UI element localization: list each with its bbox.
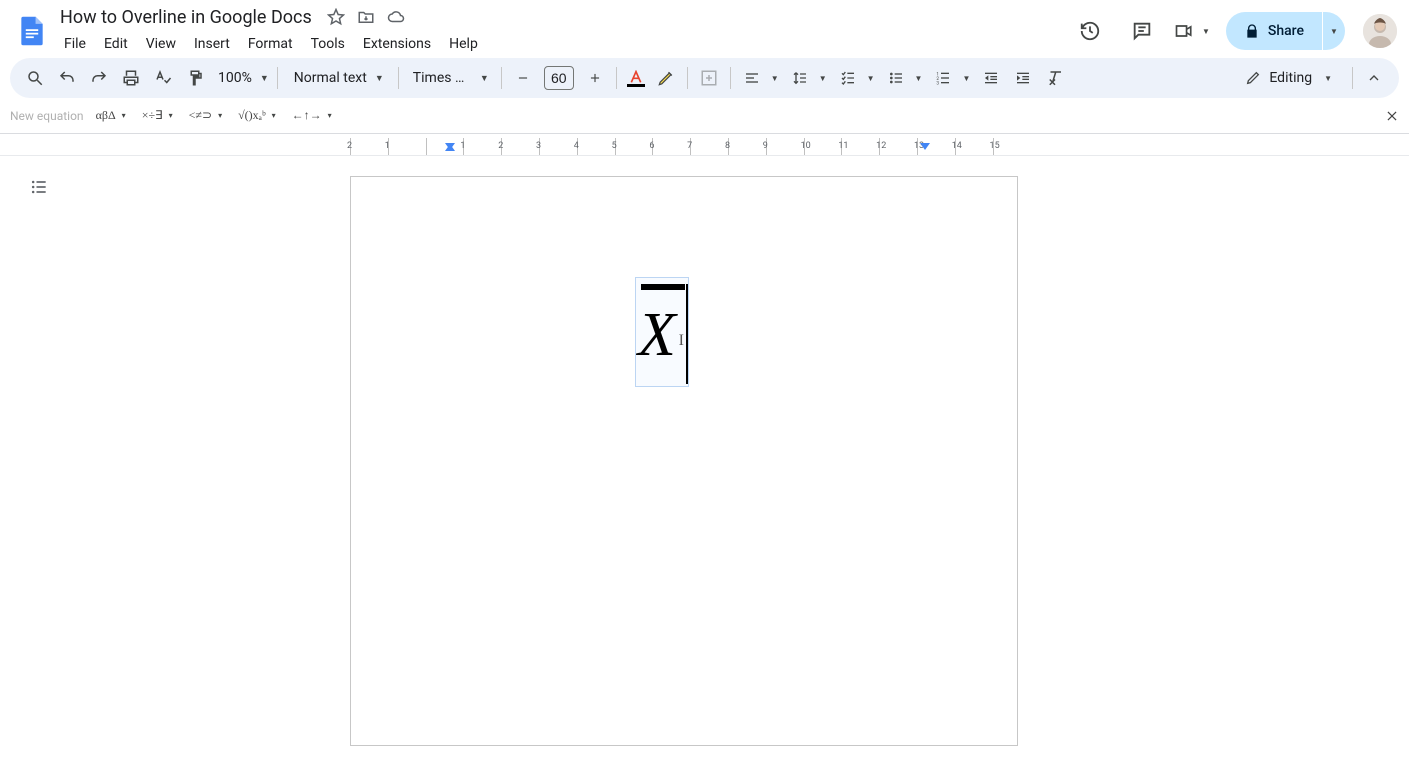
menu-format[interactable]: Format [240, 32, 301, 56]
equation-content: X [638, 300, 676, 371]
star-icon[interactable] [326, 7, 346, 27]
checklist-button[interactable]: ▼ [833, 63, 879, 93]
first-line-indent-marker[interactable] [445, 144, 455, 151]
menu-insert[interactable]: Insert [186, 32, 238, 56]
line-spacing-button[interactable]: ▼ [785, 63, 831, 93]
share-button-group: Share ▼ [1226, 12, 1345, 50]
menu-bar: File Edit View Insert Format Tools Exten… [56, 31, 486, 57]
equation-box[interactable]: X I [635, 277, 689, 387]
paragraph-style-select[interactable]: Normal text ▼ [284, 70, 392, 86]
separator [501, 67, 502, 89]
chevron-down-icon: ▼ [1326, 27, 1342, 36]
separator [730, 67, 731, 89]
chevron-down-icon: ▾ [324, 111, 336, 120]
decrease-font-size-button[interactable] [508, 63, 538, 93]
separator [398, 67, 399, 89]
lock-icon [1244, 23, 1260, 39]
eq-greek-button[interactable]: αβΔ▾ [96, 108, 130, 123]
chevron-down-icon: ▼ [911, 74, 927, 83]
bulleted-list-button[interactable]: ▼ [881, 63, 927, 93]
docs-logo-icon[interactable] [12, 11, 52, 51]
text-color-button[interactable] [623, 65, 649, 91]
account-avatar[interactable] [1363, 14, 1397, 48]
horizontal-ruler[interactable]: 2 1 1 2 3 4 5 6 7 8 9 10 11 12 13 14 15 [0, 138, 1409, 156]
main-toolbar: 100%▼ Normal text▼ Times …▼ ▼ ▼ ▼ ▼ 123▼… [10, 58, 1399, 98]
chevron-down-icon: ▾ [214, 111, 226, 120]
chevron-down-icon: ▼ [815, 74, 831, 83]
menu-help[interactable]: Help [441, 32, 486, 56]
menu-edit[interactable]: Edit [96, 32, 136, 56]
svg-text:3: 3 [937, 81, 940, 86]
spellcheck-button[interactable] [148, 63, 178, 93]
print-button[interactable] [116, 63, 146, 93]
overline-bar [641, 284, 685, 290]
menu-view[interactable]: View [138, 32, 184, 56]
increase-indent-button[interactable] [1008, 63, 1038, 93]
chevron-down-icon: ▼ [1320, 74, 1336, 83]
zoom-value: 100% [214, 70, 256, 86]
separator [616, 67, 617, 89]
chevron-down-icon: ▼ [375, 73, 384, 84]
chevron-down-icon: ▼ [863, 74, 879, 83]
new-equation-button[interactable]: New equation [10, 109, 84, 123]
document-canvas[interactable]: X I [0, 156, 1409, 756]
font-select[interactable]: Times … ▼ [405, 70, 495, 86]
separator [687, 67, 688, 89]
chevron-down-icon: ▼ [260, 73, 269, 84]
move-icon[interactable] [356, 7, 376, 27]
eq-operators-button[interactable]: ×÷∃▾ [142, 108, 177, 123]
share-label: Share [1268, 23, 1304, 39]
zoom-select[interactable]: 100% ▼ [212, 70, 271, 86]
document-title[interactable]: How to Overline in Google Docs [56, 5, 316, 30]
decrease-indent-button[interactable] [976, 63, 1006, 93]
chevron-down-icon: ▼ [958, 74, 974, 83]
undo-button[interactable] [52, 63, 82, 93]
style-value: Normal text [294, 70, 367, 86]
insert-image-button[interactable] [694, 63, 724, 93]
clear-formatting-button[interactable] [1040, 63, 1070, 93]
text-caret-icon: I [679, 332, 684, 350]
chevron-down-icon: ▼ [480, 73, 489, 84]
separator [1352, 67, 1353, 89]
chevron-down-icon: ▼ [767, 74, 783, 83]
menu-file[interactable]: File [56, 32, 94, 56]
outline-toggle-button[interactable] [24, 172, 54, 202]
mode-label: Editing [1269, 70, 1312, 86]
comments-icon[interactable] [1122, 11, 1162, 51]
close-equation-bar-button[interactable] [1385, 109, 1399, 123]
collapse-toolbar-button[interactable] [1359, 63, 1389, 93]
history-icon[interactable] [1070, 11, 1110, 51]
equation-toolbar: New equation αβΔ▾ ×÷∃▾ <≠⊃▾ √()xₐᵇ▾ ←↑→▾ [0, 98, 1409, 134]
eq-math-button[interactable]: √()xₐᵇ▾ [238, 108, 280, 123]
title-bar: How to Overline in Google Docs File Edit… [0, 0, 1409, 58]
pencil-icon [1245, 70, 1261, 86]
mode-select[interactable]: Editing ▼ [1239, 70, 1346, 86]
menu-extensions[interactable]: Extensions [355, 32, 439, 56]
eq-relations-button[interactable]: <≠⊃▾ [189, 108, 226, 123]
chevron-down-icon: ▾ [268, 111, 280, 120]
eq-arrows-button[interactable]: ←↑→▾ [292, 108, 336, 123]
chevron-down-icon: ▾ [165, 111, 177, 120]
menu-tools[interactable]: Tools [303, 32, 353, 56]
chevron-down-icon: ▼ [1198, 27, 1214, 36]
share-button[interactable]: Share [1226, 12, 1322, 50]
font-value: Times … [413, 70, 465, 86]
highlight-color-button[interactable] [651, 63, 681, 93]
cloud-status-icon[interactable] [386, 7, 406, 27]
align-button[interactable]: ▼ [737, 63, 783, 93]
redo-button[interactable] [84, 63, 114, 93]
equation-cursor [686, 284, 688, 384]
paint-format-button[interactable] [180, 63, 210, 93]
separator [277, 67, 278, 89]
page[interactable]: X I [350, 176, 1018, 746]
search-menus-button[interactable] [20, 63, 50, 93]
meet-button[interactable]: ▼ [1174, 11, 1214, 51]
increase-font-size-button[interactable] [580, 63, 610, 93]
share-dropdown[interactable]: ▼ [1323, 12, 1345, 50]
font-size-input[interactable] [544, 66, 574, 90]
numbered-list-button[interactable]: 123▼ [928, 63, 974, 93]
chevron-down-icon: ▾ [118, 111, 130, 120]
right-indent-marker[interactable] [920, 143, 930, 150]
